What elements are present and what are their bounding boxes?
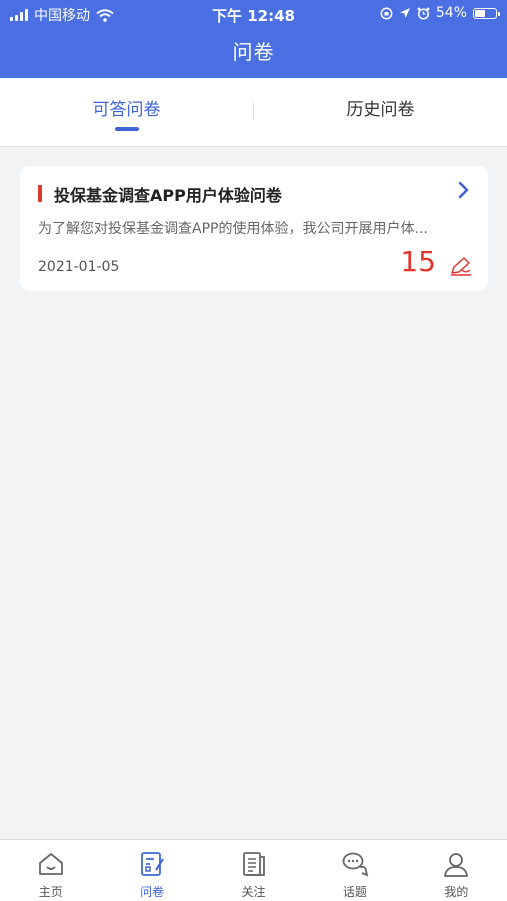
survey-date: 2021-01-05 xyxy=(38,259,120,275)
bottom-tab-bar: 主页 问卷 关注 话题 我的 xyxy=(0,839,507,901)
rotation-lock-icon xyxy=(380,7,393,19)
survey-description: 为了解您对投保基金调查APP的使用体验，我公司开展用户体... xyxy=(38,221,428,237)
nav-item-topic[interactable]: 话题 xyxy=(304,840,405,901)
survey-title: 投保基金调查APP用户体验问卷 xyxy=(54,186,282,205)
nav-item-follow[interactable]: 关注 xyxy=(203,840,304,901)
survey-icon xyxy=(141,852,164,876)
tab-available-surveys[interactable]: 可答问卷 xyxy=(0,78,253,146)
page-title: 问卷 xyxy=(232,40,275,64)
news-icon xyxy=(242,852,265,876)
home-icon xyxy=(38,853,63,875)
user-icon xyxy=(444,853,469,877)
active-tab-indicator xyxy=(114,127,139,131)
nav-item-home[interactable]: 主页 xyxy=(0,840,101,901)
battery-icon xyxy=(473,7,500,19)
nav-label-follow: 关注 xyxy=(241,885,266,899)
nav-item-survey[interactable]: 问卷 xyxy=(101,840,202,901)
nav-label-survey: 问卷 xyxy=(140,885,165,899)
survey-card[interactable]: 投保基金调查APP用户体验问卷 为了解您对投保基金调查APP的使用体验，我公司开… xyxy=(20,166,488,291)
chevron-right-icon[interactable] xyxy=(456,180,472,200)
survey-tabs: 可答问卷 历史问卷 xyxy=(0,78,507,147)
pen-icon xyxy=(451,257,471,276)
status-bar: 中国移动 下午 12:48 54% xyxy=(0,0,507,28)
battery-percent: 54% xyxy=(435,5,467,21)
nav-item-mine[interactable]: 我的 xyxy=(406,840,507,901)
nav-label-mine: 我的 xyxy=(444,885,469,899)
chat-icon xyxy=(342,852,369,877)
survey-count: 15 xyxy=(400,245,436,278)
tab-history-surveys[interactable]: 历史问卷 xyxy=(254,78,507,146)
alarm-icon xyxy=(417,7,430,20)
nav-label-home: 主页 xyxy=(38,885,63,899)
tab-history-surveys-label: 历史问卷 xyxy=(346,100,415,120)
card-accent-bar xyxy=(38,185,42,202)
nav-label-topic: 话题 xyxy=(342,885,367,899)
app-header: 中国移动 下午 12:48 54% 问卷 xyxy=(0,0,507,78)
tab-available-surveys-label: 可答问卷 xyxy=(92,100,161,120)
location-icon xyxy=(399,8,410,18)
